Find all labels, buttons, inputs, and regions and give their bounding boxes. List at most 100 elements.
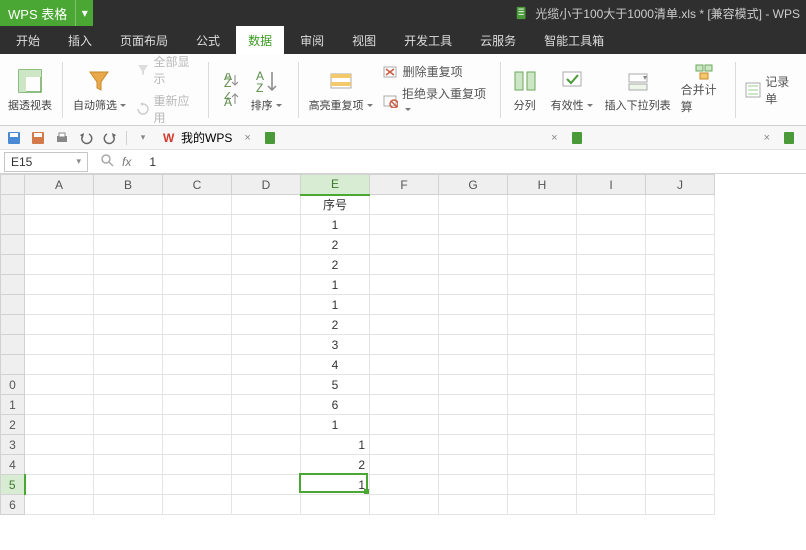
formula-input[interactable]: 1	[139, 155, 806, 169]
cell-B8[interactable]	[94, 335, 163, 355]
col-header-C[interactable]: C	[163, 175, 232, 195]
menu-item-5[interactable]: 审阅	[288, 26, 336, 55]
cell-G7[interactable]	[439, 315, 508, 335]
cell-F13[interactable]	[370, 435, 439, 455]
fx-icon[interactable]: fx	[122, 155, 131, 169]
name-box[interactable]: E15▾	[4, 152, 88, 172]
cell-C6[interactable]	[163, 295, 232, 315]
cell-C1[interactable]	[163, 195, 232, 215]
app-menu-dropdown[interactable]: ▾	[75, 0, 93, 26]
cell-D1[interactable]	[232, 195, 301, 215]
cell-A5[interactable]	[25, 275, 94, 295]
col-header-J[interactable]: J	[646, 175, 715, 195]
cell-J14[interactable]	[646, 455, 715, 475]
cell-E3[interactable]: 2	[301, 235, 370, 255]
insert-dropdown-button[interactable]: 插入下拉列表	[601, 65, 675, 115]
save-as-icon[interactable]	[30, 130, 46, 146]
save-icon[interactable]	[6, 130, 22, 146]
cell-F16[interactable]	[370, 495, 439, 515]
cell-H6[interactable]	[508, 295, 577, 315]
cell-I10[interactable]	[577, 375, 646, 395]
cell-E15[interactable]: 1	[301, 475, 370, 495]
cell-B15[interactable]	[94, 475, 163, 495]
cell-J8[interactable]	[646, 335, 715, 355]
cell-I14[interactable]	[577, 455, 646, 475]
cell-F8[interactable]	[370, 335, 439, 355]
cell-F12[interactable]	[370, 415, 439, 435]
cell-A2[interactable]	[25, 215, 94, 235]
cell-D11[interactable]	[232, 395, 301, 415]
cell-B10[interactable]	[94, 375, 163, 395]
tab-close-button-2[interactable]: ×	[551, 132, 557, 144]
cell-F2[interactable]	[370, 215, 439, 235]
col-header-A[interactable]: A	[25, 175, 94, 195]
cell-J5[interactable]	[646, 275, 715, 295]
cell-F5[interactable]	[370, 275, 439, 295]
cell-I11[interactable]	[577, 395, 646, 415]
cell-G15[interactable]	[439, 475, 508, 495]
cell-G12[interactable]	[439, 415, 508, 435]
cell-E10[interactable]: 5	[301, 375, 370, 395]
cell-A8[interactable]	[25, 335, 94, 355]
cell-F11[interactable]	[370, 395, 439, 415]
col-header-F[interactable]: F	[370, 175, 439, 195]
cell-H10[interactable]	[508, 375, 577, 395]
menu-item-0[interactable]: 开始	[4, 26, 52, 55]
cell-I4[interactable]	[577, 255, 646, 275]
cell-B13[interactable]	[94, 435, 163, 455]
row-header[interactable]	[1, 195, 25, 215]
cell-H4[interactable]	[508, 255, 577, 275]
cell-A16[interactable]	[25, 495, 94, 515]
print-icon[interactable]	[54, 130, 70, 146]
consolidate-button[interactable]: 合并计算	[679, 63, 729, 116]
menu-item-4[interactable]: 数据	[236, 26, 284, 55]
sort-desc-button[interactable]: ZA	[221, 91, 241, 107]
cell-G13[interactable]	[439, 435, 508, 455]
row-header[interactable]: 0	[1, 375, 25, 395]
cell-D8[interactable]	[232, 335, 301, 355]
cell-E12[interactable]: 1	[301, 415, 370, 435]
cell-B14[interactable]	[94, 455, 163, 475]
menu-item-8[interactable]: 云服务	[468, 26, 528, 55]
cell-A7[interactable]	[25, 315, 94, 335]
cell-J12[interactable]	[646, 415, 715, 435]
col-header-H[interactable]: H	[508, 175, 577, 195]
cell-I15[interactable]	[577, 475, 646, 495]
cell-A15[interactable]	[25, 475, 94, 495]
col-header-E[interactable]: E	[301, 175, 370, 195]
col-header-D[interactable]: D	[232, 175, 301, 195]
cell-C10[interactable]	[163, 375, 232, 395]
cell-G4[interactable]	[439, 255, 508, 275]
col-header-I[interactable]: I	[577, 175, 646, 195]
cell-D13[interactable]	[232, 435, 301, 455]
cell-C13[interactable]	[163, 435, 232, 455]
chevron-down-icon[interactable]: ▾	[135, 130, 151, 146]
cell-C16[interactable]	[163, 495, 232, 515]
cell-E6[interactable]: 1	[301, 295, 370, 315]
cell-E4[interactable]: 2	[301, 255, 370, 275]
cell-F1[interactable]	[370, 195, 439, 215]
cell-E5[interactable]: 1	[301, 275, 370, 295]
show-all-button[interactable]: 全部显示	[134, 52, 202, 88]
cell-G6[interactable]	[439, 295, 508, 315]
cell-I1[interactable]	[577, 195, 646, 215]
cell-A14[interactable]	[25, 455, 94, 475]
tab-close-button-3[interactable]: ×	[764, 132, 770, 144]
cell-I3[interactable]	[577, 235, 646, 255]
cell-C9[interactable]	[163, 355, 232, 375]
cell-G11[interactable]	[439, 395, 508, 415]
spreadsheet-grid[interactable]: ABCDEFGHIJ序号122112340516213142516	[0, 174, 806, 550]
cell-E1[interactable]: 序号	[301, 195, 370, 215]
cell-I13[interactable]	[577, 435, 646, 455]
cell-H14[interactable]	[508, 455, 577, 475]
sort-button[interactable]: AZ 排序	[247, 65, 286, 115]
cell-F10[interactable]	[370, 375, 439, 395]
undo-icon[interactable]	[78, 130, 94, 146]
cell-B12[interactable]	[94, 415, 163, 435]
cell-D10[interactable]	[232, 375, 301, 395]
cell-I5[interactable]	[577, 275, 646, 295]
cell-A11[interactable]	[25, 395, 94, 415]
cell-E7[interactable]: 2	[301, 315, 370, 335]
cell-H12[interactable]	[508, 415, 577, 435]
cell-B16[interactable]	[94, 495, 163, 515]
